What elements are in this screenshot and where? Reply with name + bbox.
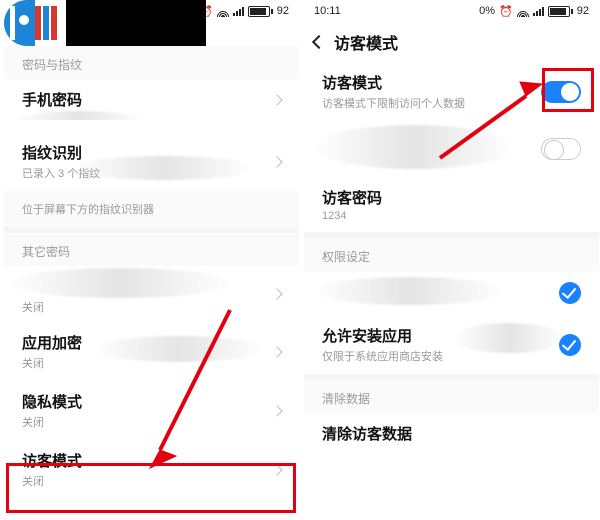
row-allow-install[interactable]: 允许安装应用 仅限于系统应用商店安装 bbox=[304, 315, 599, 374]
row-app-encryption[interactable]: 应用加密 关闭 bbox=[4, 322, 299, 381]
title-bar: 访客模式 bbox=[304, 22, 599, 62]
row-permission-redacted[interactable] bbox=[304, 271, 599, 315]
row-title: 访客模式 bbox=[22, 450, 82, 471]
row-clear-guest-data[interactable]: 清除访客数据 bbox=[304, 413, 599, 454]
row-redacted[interactable]: 关闭 bbox=[4, 266, 299, 322]
signal-icon bbox=[233, 7, 244, 16]
chevron-right-icon bbox=[271, 405, 282, 416]
row-title: 访客密码 bbox=[322, 187, 382, 208]
wifi-icon bbox=[217, 5, 229, 17]
status-percent-small: 0% bbox=[479, 5, 495, 17]
status-bar: 10:11 0% ⏰ 92 bbox=[304, 0, 599, 22]
row-subtitle: 1234 bbox=[322, 210, 382, 222]
row-title: 应用加密 bbox=[22, 332, 82, 353]
chevron-right-icon bbox=[271, 346, 282, 357]
left-screenshot: ⏰ 92 密码与指纹 手机密码 指纹识别 已录入 3 个指纹 位于屏幕下方的指纹… bbox=[4, 0, 299, 520]
row-title: 手机密码 bbox=[22, 89, 82, 110]
row-title: 访客模式 bbox=[322, 72, 465, 93]
section-header-password-fingerprint: 密码与指纹 bbox=[4, 46, 299, 79]
battery-icon bbox=[248, 6, 273, 17]
section-header-other-passwords: 其它密码 bbox=[4, 233, 299, 266]
row-fingerprint[interactable]: 指纹识别 已录入 3 个指纹 bbox=[4, 120, 299, 191]
row-subtitle: 已录入 3 个指纹 bbox=[22, 165, 100, 181]
secondary-switch[interactable] bbox=[541, 138, 581, 160]
section-header-clear-data: 清除数据 bbox=[304, 380, 599, 413]
chevron-right-icon bbox=[271, 288, 282, 299]
battery-percent: 92 bbox=[277, 5, 289, 17]
chevron-right-icon bbox=[271, 94, 282, 105]
row-title: 清除访客数据 bbox=[322, 423, 412, 444]
redaction-bar bbox=[66, 22, 206, 46]
row-subtitle: 仅限于系统应用商店安装 bbox=[322, 348, 443, 364]
guest-mode-switch[interactable] bbox=[541, 81, 581, 103]
row-phone-password[interactable]: 手机密码 bbox=[4, 79, 299, 120]
redaction-bar bbox=[66, 0, 206, 22]
row-subtitle: 关闭 bbox=[22, 299, 44, 315]
battery-icon bbox=[548, 6, 573, 17]
row-title: 指纹识别 bbox=[22, 142, 100, 163]
section-header-permissions: 权限设定 bbox=[304, 238, 599, 271]
row-redacted[interactable] bbox=[304, 121, 599, 177]
chevron-right-icon bbox=[271, 156, 282, 167]
status-time: 10:11 bbox=[314, 5, 341, 17]
fingerprint-sensor-hint: 位于屏幕下方的指纹识别器 bbox=[4, 191, 299, 227]
back-icon[interactable] bbox=[312, 35, 326, 49]
hint-text: 位于屏幕下方的指纹识别器 bbox=[22, 201, 154, 217]
check-icon[interactable] bbox=[559, 334, 581, 356]
row-private-mode[interactable]: 隐私模式 关闭 bbox=[4, 381, 299, 440]
row-subtitle: 访客模式下限制访问个人数据 bbox=[322, 95, 465, 111]
row-title: 允许安装应用 bbox=[322, 325, 443, 346]
row-subtitle: 关闭 bbox=[22, 473, 82, 489]
watermark-logo bbox=[4, 0, 66, 46]
alarm-icon: ⏰ bbox=[499, 5, 513, 18]
row-subtitle: 关闭 bbox=[22, 355, 82, 371]
page-title: 访客模式 bbox=[334, 30, 398, 54]
row-title: 隐私模式 bbox=[22, 391, 82, 412]
chevron-right-icon bbox=[271, 464, 282, 475]
right-screenshot: 10:11 0% ⏰ 92 访客模式 访客模式 访客模式下限制访问个人数据 bbox=[304, 0, 599, 520]
battery-percent: 92 bbox=[577, 5, 589, 17]
wifi-icon bbox=[517, 5, 529, 17]
signal-icon bbox=[533, 7, 544, 16]
check-icon[interactable] bbox=[559, 282, 581, 304]
row-guest-mode[interactable]: 访客模式 关闭 bbox=[4, 440, 299, 499]
row-guest-mode-toggle[interactable]: 访客模式 访客模式下限制访问个人数据 bbox=[304, 62, 599, 121]
row-subtitle: 关闭 bbox=[22, 414, 82, 430]
row-guest-password[interactable]: 访客密码 1234 bbox=[304, 177, 599, 232]
